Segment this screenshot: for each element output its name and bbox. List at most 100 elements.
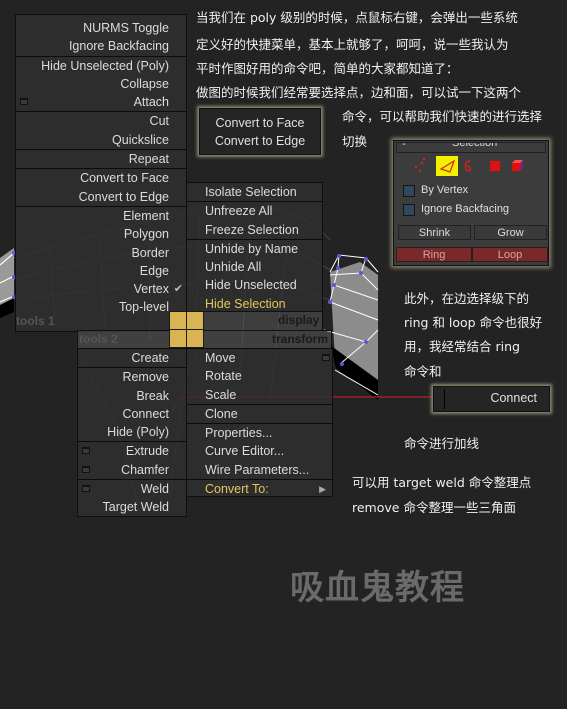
menu-item-extrude[interactable]: Extrude — [78, 442, 186, 460]
ring-text-line: 命令进行加线 — [404, 436, 480, 451]
menu-item-hide-unselected-poly[interactable]: Hide Unselected (Poly) — [16, 57, 186, 75]
menu-item-convert-to-edge[interactable]: Convert to Edge — [16, 188, 186, 206]
settings-box-icon[interactable] — [82, 447, 90, 455]
settings-box-icon[interactable] — [20, 98, 28, 106]
menu-item-unfreeze-all[interactable]: Unfreeze All — [187, 202, 322, 220]
ring-text-line: ring 和 loop 命令也很好 — [404, 315, 543, 330]
grow-button[interactable]: Grow — [474, 225, 547, 240]
menu-item-ignore-backfacing[interactable]: Ignore Backfacing — [16, 37, 186, 55]
border-icon — [464, 160, 472, 172]
menu-item-attach[interactable]: Attach — [16, 93, 186, 111]
menu-item-hide-unselected[interactable]: Hide Unselected — [187, 276, 322, 294]
intro-text-line: 定义好的快捷菜单，基本上就够了，呵呵，说一些我认为 — [196, 37, 509, 52]
intro-text-line: 切换 — [342, 134, 368, 149]
quad-label-tools1: tools 1 — [16, 314, 55, 328]
button-divider — [444, 389, 445, 409]
polygon-icon — [490, 161, 500, 171]
menu-item-label: Move — [205, 351, 236, 365]
menu-item-label: Weld — [140, 482, 169, 497]
menu-item-unhide-all[interactable]: Unhide All — [187, 258, 322, 276]
menu-item-rotate[interactable]: Rotate — [187, 367, 332, 385]
settings-box-icon[interactable] — [322, 354, 330, 361]
vertex-icon — [414, 157, 426, 173]
menu-item-convert-to-face[interactable]: Convert to Face — [16, 169, 186, 187]
loop-button[interactable]: Loop — [472, 247, 548, 262]
menu-item-wire-parameters[interactable]: Wire Parameters... — [187, 461, 332, 479]
checkmark-icon: ✔ — [173, 283, 183, 296]
quad-center-square[interactable] — [186, 311, 204, 330]
quad-menu-transform: Move Rotate Scale Clone Properties... Cu… — [186, 348, 333, 497]
intro-text-line: 当我们在 poly 级别的时候，点鼠标右键，会弹出一些系统 — [196, 10, 518, 25]
menu-item-label: Convert To: — [205, 482, 269, 497]
menu-item-scale[interactable]: Scale — [187, 386, 332, 404]
intro-text-line: 平时作图好用的命令吧，简单的大家都知道了： — [196, 61, 459, 76]
weld-text-line: 可以用 target weld 命令整理点 — [352, 475, 532, 490]
quad-menu-tools2: Create Remove Break Connect Hide (Poly) … — [77, 348, 187, 517]
menu-item-edge[interactable]: Edge — [16, 262, 186, 280]
intro-text-line: 命令，可以帮助我们快速的进行选择 — [342, 109, 543, 124]
by-vertex-label: By Vertex — [421, 184, 469, 196]
settings-box-icon[interactable] — [82, 485, 90, 493]
menu-item-polygon[interactable]: Polygon — [16, 225, 186, 243]
quad-label-display: display — [278, 313, 320, 327]
ring-text-line: 此外，在边选择级下的 — [404, 291, 530, 306]
subobject-icons — [414, 156, 523, 176]
intro-text-line: 做图的时候我们经常要选择点，边和面，可以试一下这两个 — [196, 85, 522, 100]
convert-popup: Convert to Face Convert to Edge — [199, 108, 321, 155]
submenu-arrow-icon: ▶ — [319, 484, 326, 495]
ignore-backfacing-checkbox[interactable] — [403, 204, 415, 216]
menu-item-freeze-selection[interactable]: Freeze Selection — [187, 221, 322, 239]
menu-item-curve-editor[interactable]: Curve Editor... — [187, 442, 332, 460]
watermark-text: 吸血鬼教程 — [290, 568, 465, 608]
menu-item-target-weld[interactable]: Target Weld — [78, 498, 186, 516]
quad-center-square[interactable] — [169, 329, 187, 348]
menu-item-connect[interactable]: Connect — [78, 405, 186, 423]
menu-item-nurms-toggle[interactable]: NURMS Toggle — [16, 19, 186, 37]
menu-item-hide-poly[interactable]: Hide (Poly) — [78, 423, 186, 441]
connect-button[interactable]: Connect — [433, 386, 550, 412]
popup-item-convert-to-edge[interactable]: Convert to Edge — [200, 132, 320, 150]
menu-item-clone[interactable]: Clone — [187, 405, 332, 423]
quad-center-square[interactable] — [186, 329, 204, 348]
menu-item-element[interactable]: Element — [16, 207, 186, 225]
popup-item-convert-to-face[interactable]: Convert to Face — [200, 114, 320, 132]
menu-item-label: Attach — [133, 95, 169, 110]
menu-item-label: Chamfer — [121, 462, 169, 477]
ignore-backfacing-label: Ignore Backfacing — [421, 203, 510, 215]
selection-rollout: - Selection By Vertex Ignore Backfacing … — [393, 140, 549, 266]
menu-item-label: Vertex — [133, 282, 169, 297]
shrink-button[interactable]: Shrink — [398, 225, 471, 240]
menu-item-unhide-by-name[interactable]: Unhide by Name — [187, 240, 322, 258]
menu-item-repeat[interactable]: Repeat — [16, 150, 186, 168]
ring-button[interactable]: Ring — [396, 247, 472, 262]
menu-item-create[interactable]: Create — [78, 349, 186, 367]
menu-item-label: Extrude — [125, 444, 169, 459]
rollout-header[interactable]: - Selection — [396, 142, 546, 153]
quad-center-square[interactable] — [169, 311, 187, 330]
menu-item-isolate-selection[interactable]: Isolate Selection — [187, 183, 322, 201]
ring-text-line: 用，我经常结合 ring — [404, 339, 520, 354]
weld-text-line: remove 命令整理一些三角面 — [352, 500, 516, 515]
menu-item-quickslice[interactable]: Quickslice — [16, 131, 186, 149]
quad-label-tools2: tools 2 — [79, 332, 118, 346]
menu-item-cut[interactable]: Cut — [16, 112, 186, 130]
menu-item-convert-to[interactable]: Convert To: ▶ — [187, 480, 332, 498]
settings-box-icon[interactable] — [82, 465, 90, 473]
menu-item-break[interactable]: Break — [78, 387, 186, 405]
quad-menu-tools1: NURMS Toggle Ignore Backfacing Hide Unse… — [15, 14, 187, 332]
by-vertex-checkbox[interactable] — [403, 185, 415, 197]
rollout-title: Selection — [452, 142, 498, 149]
menu-item-weld[interactable]: Weld — [78, 480, 186, 498]
menu-item-move[interactable]: Move — [187, 349, 332, 367]
menu-item-chamfer[interactable]: Chamfer — [78, 461, 186, 479]
ring-text-line: 命令和 — [404, 364, 442, 379]
menu-item-properties[interactable]: Properties... — [187, 424, 332, 442]
menu-item-border[interactable]: Border — [16, 244, 186, 262]
collapse-icon: - — [402, 142, 406, 150]
quad-label-transform: transform — [272, 332, 329, 346]
menu-item-vertex[interactable]: Vertex ✔ — [16, 280, 186, 298]
connect-label: Connect — [490, 391, 537, 405]
menu-item-remove[interactable]: Remove — [78, 368, 186, 386]
menu-item-collapse[interactable]: Collapse — [16, 75, 186, 93]
quad-menu-display: Isolate Selection Unfreeze All Freeze Se… — [186, 182, 323, 312]
